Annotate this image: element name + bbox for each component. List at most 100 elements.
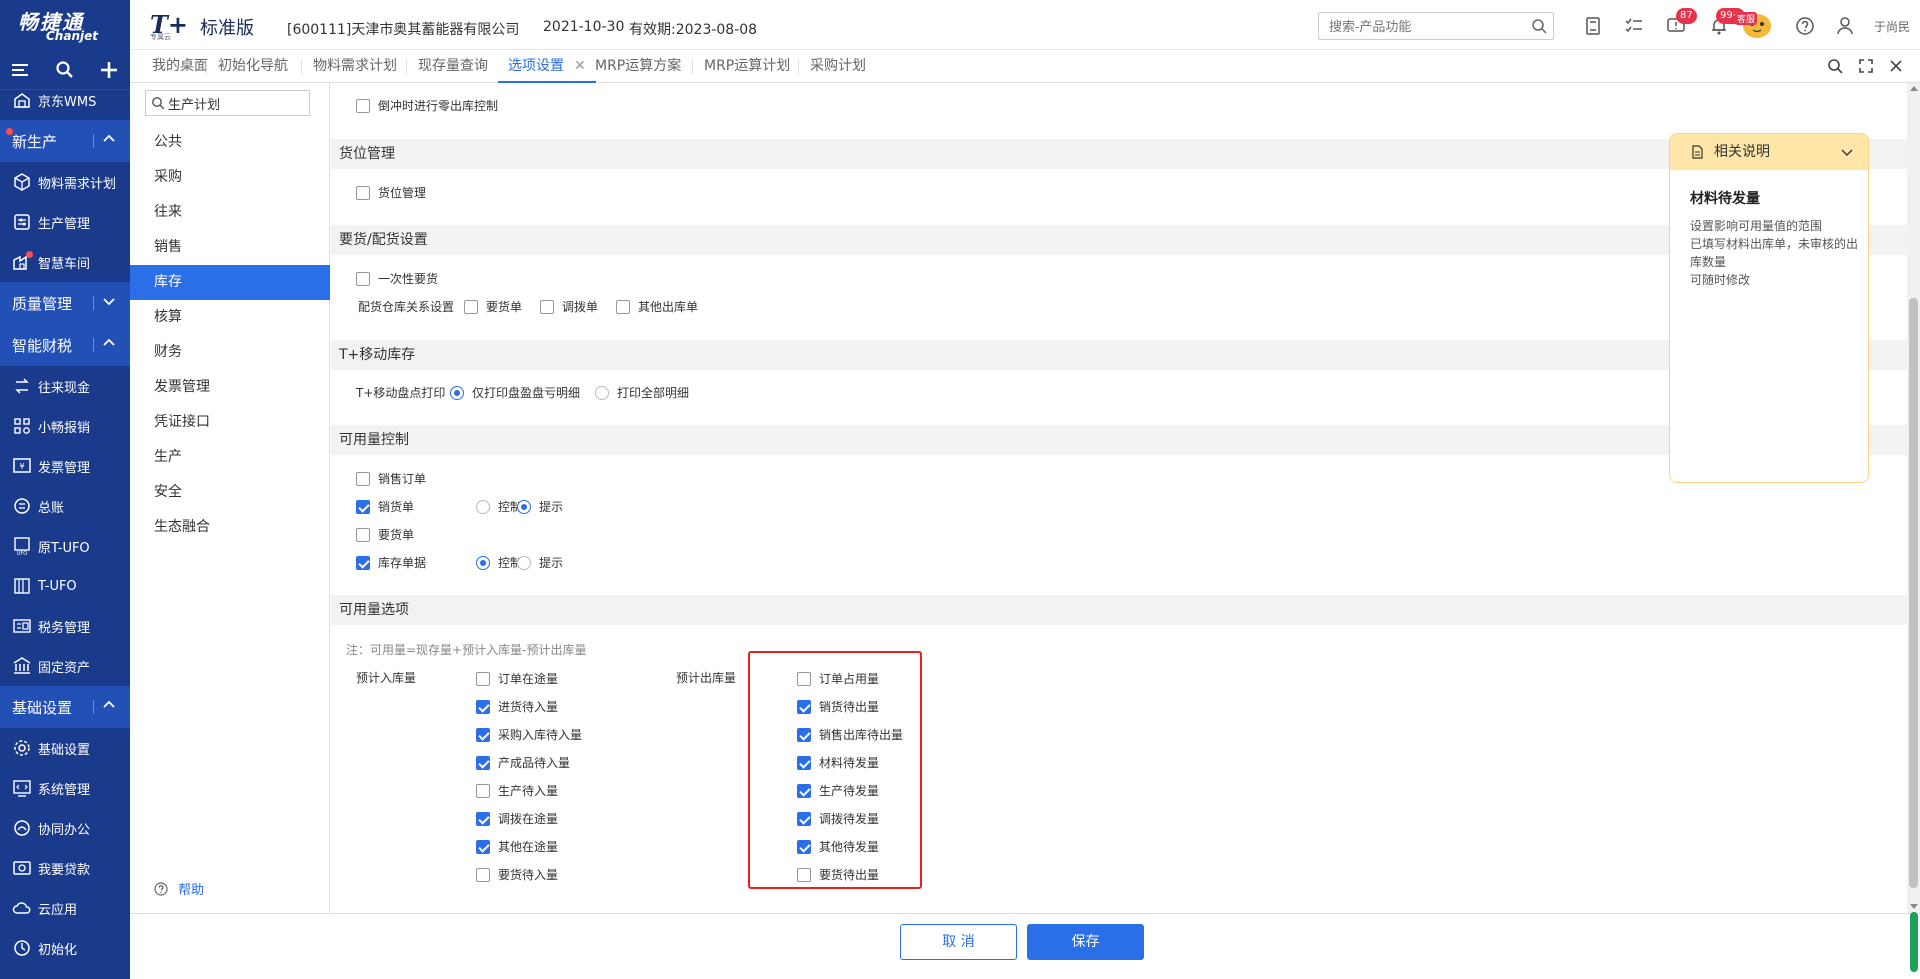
sidebar-item-10[interactable]: 总账	[0, 486, 130, 526]
category-item[interactable]: 库存	[130, 265, 330, 300]
option-relation-other-outbound[interactable]: 其他出库单	[616, 298, 698, 315]
category-search[interactable]	[145, 90, 310, 116]
radio-sales-delivery-control[interactable]: 控制	[476, 498, 522, 515]
category-item[interactable]: 财务	[130, 335, 330, 370]
inbound-option-6[interactable]: 其他在途量	[476, 838, 558, 855]
scroll-thumb[interactable]	[1909, 298, 1918, 888]
checkbox[interactable]	[356, 499, 370, 514]
sidebar-item-0[interactable]: 京东WMS	[0, 80, 130, 120]
option-one-time-request[interactable]: 一次性要货	[356, 270, 438, 287]
radio-inventory-document-control[interactable]: 控制	[476, 554, 522, 571]
checkbox[interactable]	[356, 185, 370, 200]
category-item[interactable]: 核算	[130, 300, 330, 335]
checkbox[interactable]	[356, 471, 370, 486]
radio[interactable]	[595, 385, 609, 400]
tab-4[interactable]: 选项设置 ✕	[498, 50, 596, 83]
radio[interactable]	[476, 555, 490, 570]
customer-service-button[interactable]: 客服	[1735, 8, 1775, 42]
checkbox[interactable]	[476, 671, 490, 686]
chevron-up-icon[interactable]	[102, 698, 116, 712]
inbound-option-4[interactable]: 生产待入量	[476, 782, 558, 799]
sidebar-item-20[interactable]: 云应用	[0, 888, 130, 928]
radio[interactable]	[450, 385, 464, 400]
help-link[interactable]: 帮助	[154, 879, 204, 898]
fullscreen-icon[interactable]	[1857, 57, 1875, 75]
sidebar-group-6[interactable]: 智能财税	[0, 324, 130, 366]
tab-3[interactable]: 现存量查询	[408, 50, 498, 83]
close-all-icon[interactable]	[1887, 57, 1905, 75]
vertical-scrollbar[interactable]	[1907, 83, 1920, 913]
username[interactable]: 于尚民	[1874, 18, 1910, 35]
checkbox[interactable]	[540, 299, 554, 314]
radio[interactable]	[517, 555, 531, 570]
control-inventory-document[interactable]: 库存单据	[356, 554, 426, 571]
tab-5[interactable]: MRP运算方案	[585, 50, 691, 83]
category-item[interactable]: 发票管理	[130, 370, 330, 405]
control-sales-order[interactable]: 销售订单	[356, 470, 426, 487]
checkbox[interactable]	[356, 98, 370, 113]
menu-icon[interactable]	[10, 60, 30, 80]
checkbox[interactable]	[356, 555, 370, 570]
product-search-input[interactable]	[1319, 13, 1519, 39]
control-request-order[interactable]: 要货单	[356, 526, 414, 543]
sidebar-item-21[interactable]: 初始化	[0, 928, 130, 968]
add-icon[interactable]	[99, 60, 119, 80]
product-search[interactable]	[1318, 12, 1554, 40]
sidebar-item-3[interactable]: 生产管理	[0, 202, 130, 242]
chevron-down-icon[interactable]	[102, 294, 116, 308]
control-sales-delivery[interactable]: 销货单	[356, 498, 414, 515]
user-icon[interactable]	[1834, 15, 1856, 37]
sidebar-item-11[interactable]: UFO 原T-UFO	[0, 526, 130, 566]
side-widget-handle[interactable]	[1910, 912, 1918, 972]
scroll-up-icon[interactable]	[1910, 86, 1918, 91]
radio-print-all[interactable]: 打印全部明细	[595, 384, 689, 401]
category-item[interactable]: 生产	[130, 440, 330, 475]
inbound-option-1[interactable]: 进货待入量	[476, 698, 558, 715]
checkbox[interactable]	[356, 271, 370, 286]
option-backflush-zero-control[interactable]: 倒冲时进行零出库控制	[356, 97, 498, 114]
tab-1[interactable]: 初始化导航	[208, 50, 298, 83]
radio[interactable]	[476, 499, 490, 514]
radio-print-diff-only[interactable]: 仅打印盘盈盘亏明细	[450, 384, 580, 401]
tab-6[interactable]: MRP运算计划	[694, 50, 800, 83]
radio[interactable]	[517, 499, 531, 514]
search-icon[interactable]	[55, 60, 75, 80]
calculator-icon[interactable]	[1582, 15, 1604, 37]
search-icon[interactable]	[1531, 18, 1547, 34]
category-item[interactable]: 采购	[130, 160, 330, 195]
radio-sales-delivery-prompt[interactable]: 提示	[517, 498, 563, 515]
sidebar-group-5[interactable]: 质量管理	[0, 282, 130, 324]
sidebar-item-16[interactable]: 基础设置	[0, 728, 130, 768]
category-item[interactable]: 往来	[130, 195, 330, 230]
checkbox[interactable]	[476, 867, 490, 882]
checkbox[interactable]	[616, 299, 630, 314]
checkbox[interactable]	[476, 811, 490, 826]
inbound-option-0[interactable]: 订单在途量	[476, 670, 558, 687]
category-search-input[interactable]	[168, 93, 306, 113]
sidebar-item-18[interactable]: 协同办公	[0, 808, 130, 848]
cancel-button[interactable]: 取 消	[900, 924, 1017, 960]
brand-logo[interactable]: 畅捷通 Chanjet	[0, 0, 130, 50]
sidebar-item-2[interactable]: 物料需求计划	[0, 162, 130, 202]
category-item[interactable]: 生态融合	[130, 510, 330, 545]
inbound-option-7[interactable]: 要货待入量	[476, 866, 558, 883]
category-item[interactable]: 公共	[130, 125, 330, 160]
option-relation-request-order[interactable]: 要货单	[464, 298, 522, 315]
sidebar-item-7[interactable]: 往来现金	[0, 366, 130, 406]
category-item[interactable]: 安全	[130, 475, 330, 510]
sidebar-item-14[interactable]: 固定资产	[0, 646, 130, 686]
sidebar-item-12[interactable]: T-UFO	[0, 566, 130, 606]
sidebar-item-13[interactable]: 税务管理	[0, 606, 130, 646]
chevron-down-icon[interactable]	[1840, 145, 1854, 159]
checkbox[interactable]	[476, 699, 490, 714]
scroll-down-icon[interactable]	[1910, 904, 1918, 909]
checkbox[interactable]	[476, 839, 490, 854]
option-location-management[interactable]: 货位管理	[356, 184, 426, 201]
category-item[interactable]: 销售	[130, 230, 330, 265]
option-relation-transfer-order[interactable]: 调拨单	[540, 298, 598, 315]
checkbox[interactable]	[476, 783, 490, 798]
sidebar-group-1[interactable]: 新生产	[0, 120, 130, 162]
checkbox[interactable]	[464, 299, 478, 314]
info-panel-header[interactable]: 相关说明	[1670, 134, 1868, 170]
company-name[interactable]: [600111]天津市奥其蓄能器有限公司	[287, 19, 519, 39]
